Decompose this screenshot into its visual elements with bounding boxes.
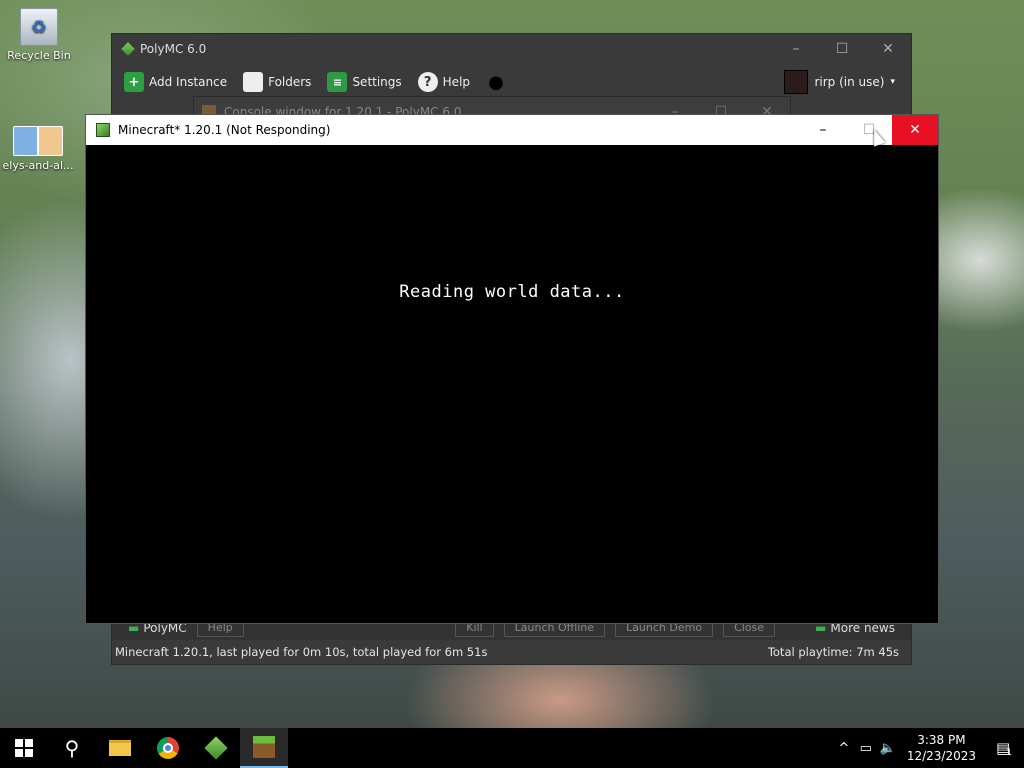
minecraft-window-title: Minecraft* 1.20.1 (Not Responding) xyxy=(118,123,331,137)
minecraft-maximize-button[interactable]: ☐ xyxy=(846,115,892,145)
image-file-label: elys-and-al... xyxy=(2,159,74,172)
chevron-up-icon[interactable]: ^ xyxy=(833,741,855,756)
maximize-button[interactable]: ☐ xyxy=(819,34,865,64)
recycle-bin-icon: ♻ xyxy=(20,8,58,46)
total-playtime-text: Total playtime: 7m 45s xyxy=(767,645,899,659)
minecraft-taskbar-button[interactable] xyxy=(240,728,288,768)
windows-logo-icon xyxy=(15,739,33,757)
loading-status-text: Reading world data... xyxy=(399,282,625,302)
search-icon: ⚲ xyxy=(64,736,80,760)
add-icon: + xyxy=(124,72,144,92)
help-icon: ? xyxy=(417,72,438,92)
minecraft-game-area[interactable]: Reading world data... xyxy=(86,145,938,623)
minecraft-grass-block-icon xyxy=(96,123,110,137)
help-button[interactable]: ? Help xyxy=(417,72,471,92)
start-button[interactable] xyxy=(0,728,48,768)
file-explorer-button[interactable] xyxy=(96,728,144,768)
folder-icon xyxy=(243,72,264,92)
status-bar: Minecraft 1.20.1, last played for 0m 10s… xyxy=(112,640,911,664)
speaker-muted-icon[interactable]: 🔈 xyxy=(877,741,899,756)
instance-status-text: Minecraft 1.20.1, last played for 0m 10s… xyxy=(115,645,488,659)
taskbar: ⚲ ^ ▭ 🔈 3:38 PM 12/23/2023 ▤ 1 xyxy=(0,728,1024,768)
clock-time: 3:38 PM xyxy=(917,733,966,747)
polymc-logo-icon xyxy=(121,42,135,56)
polymc-taskbar-button[interactable] xyxy=(192,728,240,768)
polymc-icon xyxy=(204,736,228,760)
folders-button[interactable]: Folders xyxy=(243,72,311,92)
image-file-shortcut[interactable]: elys-and-al... xyxy=(0,126,76,172)
polymc-window-title: PolyMC 6.0 xyxy=(140,42,207,56)
minecraft-minimize-button[interactable]: – xyxy=(800,115,846,145)
recycle-bin-shortcut[interactable]: ♻ Recycle Bin xyxy=(1,8,77,62)
chrome-icon xyxy=(157,737,179,759)
chevron-down-icon: ▾ xyxy=(890,77,895,87)
settings-label: Settings xyxy=(352,75,402,89)
notification-count: 1 xyxy=(1006,748,1012,758)
settings-icon: ≡ xyxy=(327,72,348,92)
folders-label: Folders xyxy=(268,75,312,89)
close-button[interactable]: ✕ xyxy=(865,34,911,64)
settings-button[interactable]: ≡ Settings xyxy=(327,72,402,92)
account-selector[interactable]: rirp (in use) ▾ xyxy=(784,70,895,94)
network-icon[interactable]: ▭ xyxy=(855,741,877,756)
image-thumbnail-icon xyxy=(13,126,63,156)
polymc-toolbar: + Add Instance Folders ≡ Settings ? Help… xyxy=(112,64,911,100)
folder-icon xyxy=(109,740,131,756)
minecraft-window[interactable]: Minecraft* 1.20.1 (Not Responding) – ☐ ✕… xyxy=(85,114,939,624)
cat-button[interactable]: ● xyxy=(486,71,511,93)
polymc-titlebar[interactable]: PolyMC 6.0 – ☐ ✕ xyxy=(112,34,911,64)
recycle-bin-label: Recycle Bin xyxy=(7,49,71,62)
add-instance-label: Add Instance xyxy=(149,75,228,89)
minecraft-close-button[interactable]: ✕ xyxy=(892,115,938,145)
cat-icon: ● xyxy=(488,71,504,93)
minimize-button[interactable]: – xyxy=(773,34,819,64)
search-button[interactable]: ⚲ xyxy=(48,728,96,768)
minecraft-icon xyxy=(253,736,275,758)
help-label: Help xyxy=(442,75,471,89)
system-tray: ^ ▭ 🔈 3:38 PM 12/23/2023 ▤ 1 xyxy=(833,728,1024,768)
add-instance-button[interactable]: + Add Instance xyxy=(124,72,227,92)
clock-date: 12/23/2023 xyxy=(906,749,976,763)
account-label: rirp (in use) xyxy=(814,75,885,89)
minecraft-titlebar[interactable]: Minecraft* 1.20.1 (Not Responding) – ☐ ✕ xyxy=(86,115,938,145)
notification-center-button[interactable]: ▤ 1 xyxy=(984,738,1024,758)
clock[interactable]: 3:38 PM 12/23/2023 xyxy=(899,732,984,764)
account-avatar xyxy=(784,70,809,94)
chrome-button[interactable] xyxy=(144,728,192,768)
